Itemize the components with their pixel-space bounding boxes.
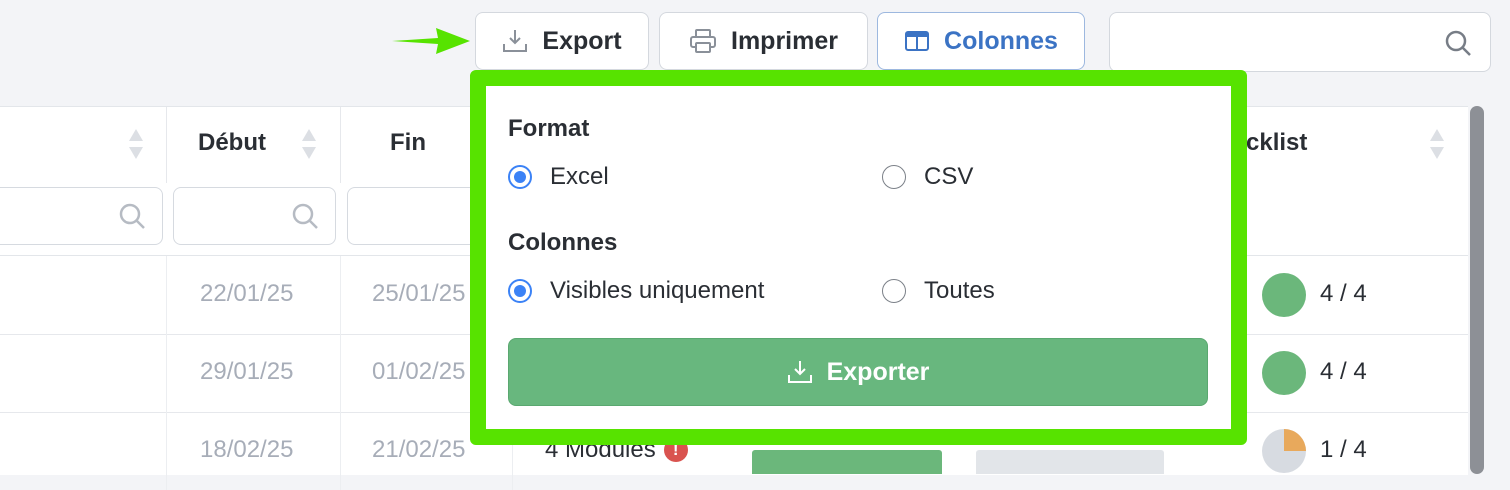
columns-option-visible[interactable]: Visibles uniquement — [508, 277, 764, 305]
checklist-progress-icon — [1262, 351, 1306, 395]
columns-option-all[interactable]: Toutes — [882, 277, 995, 305]
checklist-count: 4 / 4 — [1320, 280, 1367, 307]
format-option-excel-label: Excel — [550, 163, 609, 190]
cell-divider — [340, 256, 341, 334]
radio-selected-icon[interactable] — [508, 165, 532, 189]
debut-cell: 29/01/25 — [200, 358, 294, 385]
column-divider — [166, 107, 167, 183]
checklist-progress-icon — [1262, 273, 1306, 317]
format-option-csv[interactable]: CSV — [882, 163, 973, 191]
download-icon — [503, 30, 528, 52]
cell-divider — [166, 412, 167, 490]
columns-icon — [905, 31, 930, 51]
checklist-count: 1 / 4 — [1320, 436, 1367, 463]
column-header-fin[interactable]: Fin — [390, 107, 426, 179]
columns-option-visible-label: Visibles uniquement — [550, 277, 765, 304]
column-filter-input[interactable] — [0, 187, 163, 245]
fin-cell: 25/01/25 — [372, 280, 466, 307]
fin-cell: 01/02/25 — [372, 358, 466, 385]
status-bar — [752, 450, 942, 474]
radio-selected-icon[interactable] — [508, 279, 532, 303]
columns-option-all-label: Toutes — [924, 277, 995, 304]
sort-icon[interactable] — [300, 127, 318, 161]
status-bar — [976, 450, 1164, 474]
cell-divider — [166, 334, 167, 412]
format-option-excel[interactable]: Excel — [508, 163, 609, 191]
global-search-input[interactable] — [1109, 12, 1491, 72]
format-section-label: Format — [508, 115, 590, 142]
radio-unselected-icon[interactable] — [882, 165, 906, 189]
search-icon — [1445, 30, 1471, 56]
checklist-count: 4 / 4 — [1320, 358, 1367, 385]
download-icon — [787, 361, 812, 383]
printer-icon — [690, 29, 716, 53]
columns-section-label: Colonnes — [508, 229, 618, 256]
export-submit-button[interactable]: Exporter — [508, 338, 1208, 406]
export-submit-label: Exporter — [826, 357, 930, 386]
annotation-arrow-icon — [392, 28, 470, 54]
search-icon — [292, 203, 318, 229]
cell-divider — [340, 334, 341, 412]
columns-button-label: Colonnes — [944, 26, 1058, 55]
columns-button[interactable]: Colonnes — [877, 12, 1085, 70]
column-divider — [340, 107, 341, 183]
checklist-progress-icon — [1262, 429, 1306, 473]
scrollbar-thumb[interactable] — [1470, 106, 1484, 474]
export-button[interactable]: Export — [475, 12, 649, 70]
sort-icon[interactable] — [1428, 127, 1446, 161]
debut-filter-input[interactable] — [173, 187, 336, 245]
cell-divider — [166, 256, 167, 334]
column-header-debut[interactable]: Début — [198, 107, 266, 179]
print-button[interactable]: Imprimer — [659, 12, 868, 70]
format-option-csv-label: CSV — [924, 163, 974, 190]
print-button-label: Imprimer — [731, 26, 838, 55]
export-button-label: Export — [542, 26, 622, 55]
sort-icon[interactable] — [127, 127, 145, 161]
fin-cell: 21/02/25 — [372, 436, 466, 463]
cell-divider — [340, 412, 341, 490]
radio-unselected-icon[interactable] — [882, 279, 906, 303]
export-popover: Format Excel CSV Colonnes Visibles uniqu… — [470, 70, 1247, 445]
search-icon — [119, 203, 145, 229]
debut-cell: 18/02/25 — [200, 436, 294, 463]
column-header-checklist[interactable]: cklist — [1246, 107, 1307, 179]
debut-cell: 22/01/25 — [200, 280, 294, 307]
